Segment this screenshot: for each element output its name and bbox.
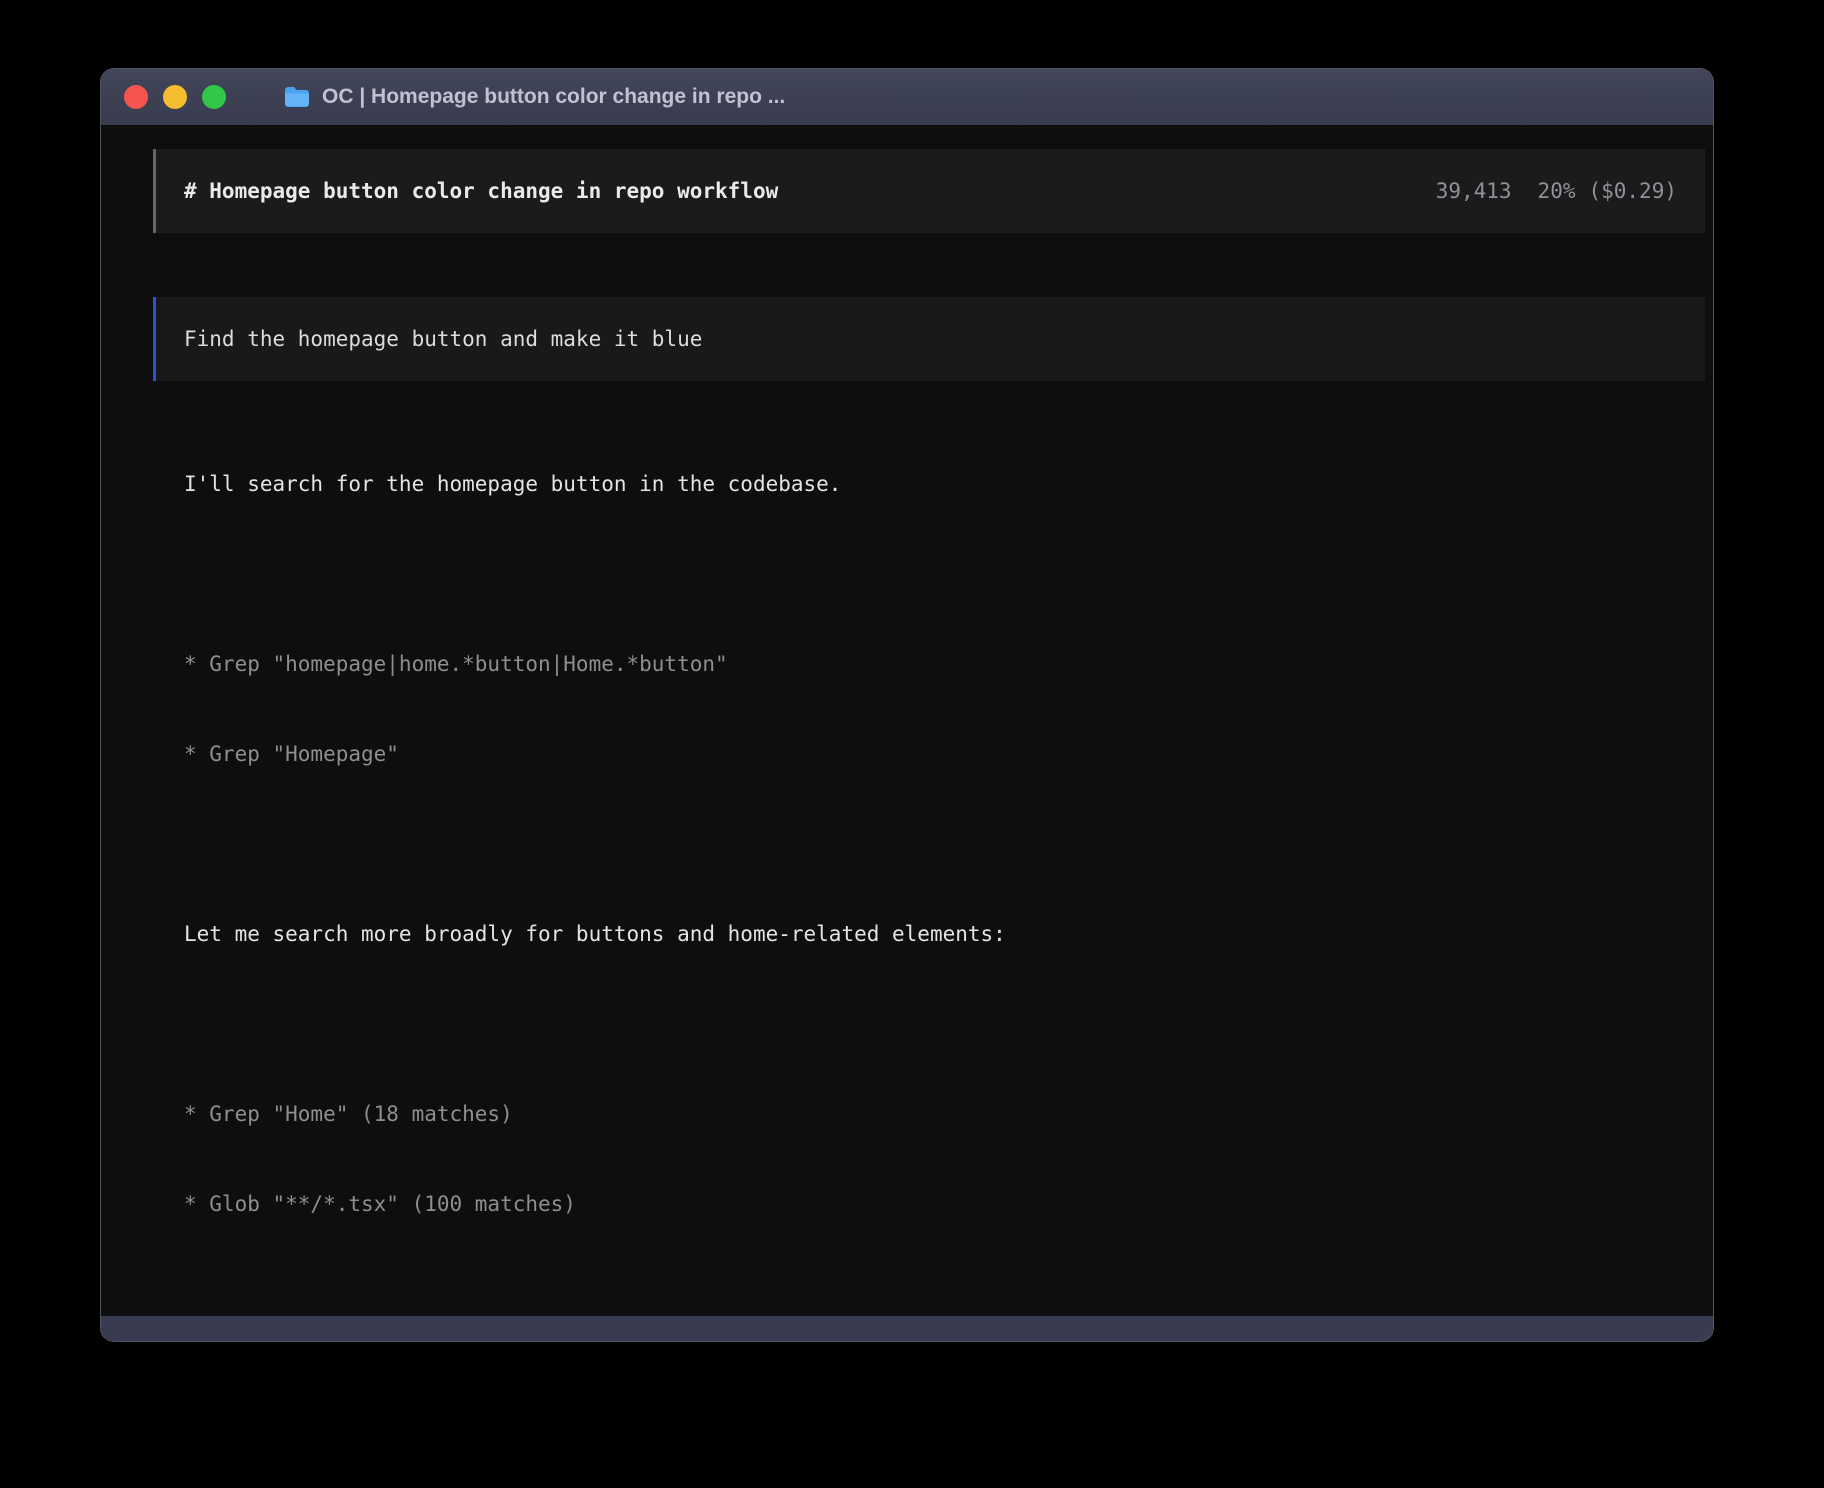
close-button[interactable] <box>124 85 148 109</box>
context-percent: 20% <box>1537 179 1576 203</box>
assistant-paragraph: I'll search for the homepage button in t… <box>184 409 1705 559</box>
folder-icon <box>284 86 310 108</box>
minimize-button[interactable] <box>163 85 187 109</box>
session-title: # Homepage button color change in repo w… <box>184 179 779 203</box>
tool-call-grep: * Grep "Home" (18 matches) <box>184 1102 513 1126</box>
assistant-paragraph: I found several "Home" links. Let me loo… <box>184 1309 1705 1316</box>
assistant-text: I'll search for the homepage button in t… <box>184 472 842 496</box>
session-header: # Homepage button color change in repo w… <box>153 149 1705 233</box>
tool-call-group: * Grep "homepage|home.*button|Home.*butt… <box>184 589 1705 829</box>
title-group: OC | Homepage button color change in rep… <box>284 69 785 125</box>
user-message: Find the homepage button and make it blu… <box>153 297 1705 381</box>
tool-call-group: * Grep "Home" (18 matches) * Glob "**/*.… <box>184 1039 1705 1279</box>
terminal-window: OC | Homepage button color change in rep… <box>100 68 1714 1342</box>
token-count: 39,413 <box>1435 179 1512 203</box>
assistant-paragraph: Let me search more broadly for buttons a… <box>184 859 1705 1009</box>
session-stats: 39,413 20% ($0.29) <box>1436 176 1677 206</box>
tool-call-grep: * Grep "Homepage" <box>184 742 399 766</box>
terminal-content: # Homepage button color change in repo w… <box>101 125 1713 1316</box>
window-title: OC | Homepage button color change in rep… <box>322 85 786 108</box>
tool-call-grep: * Grep "homepage|home.*button|Home.*butt… <box>184 652 728 676</box>
zoom-button[interactable] <box>202 85 226 109</box>
user-message-text: Find the homepage button and make it blu… <box>184 327 703 351</box>
assistant-text: Let me search more broadly for buttons a… <box>184 922 1006 946</box>
window-bottom-strip <box>101 1316 1713 1341</box>
tool-call-glob: * Glob "**/*.tsx" (100 matches) <box>184 1192 576 1216</box>
window-titlebar[interactable]: OC | Homepage button color change in rep… <box>101 69 1713 125</box>
desktop: OC | Homepage button color change in rep… <box>0 0 1824 1488</box>
session-cost: ($0.29) <box>1588 179 1677 203</box>
window-controls <box>124 69 226 125</box>
